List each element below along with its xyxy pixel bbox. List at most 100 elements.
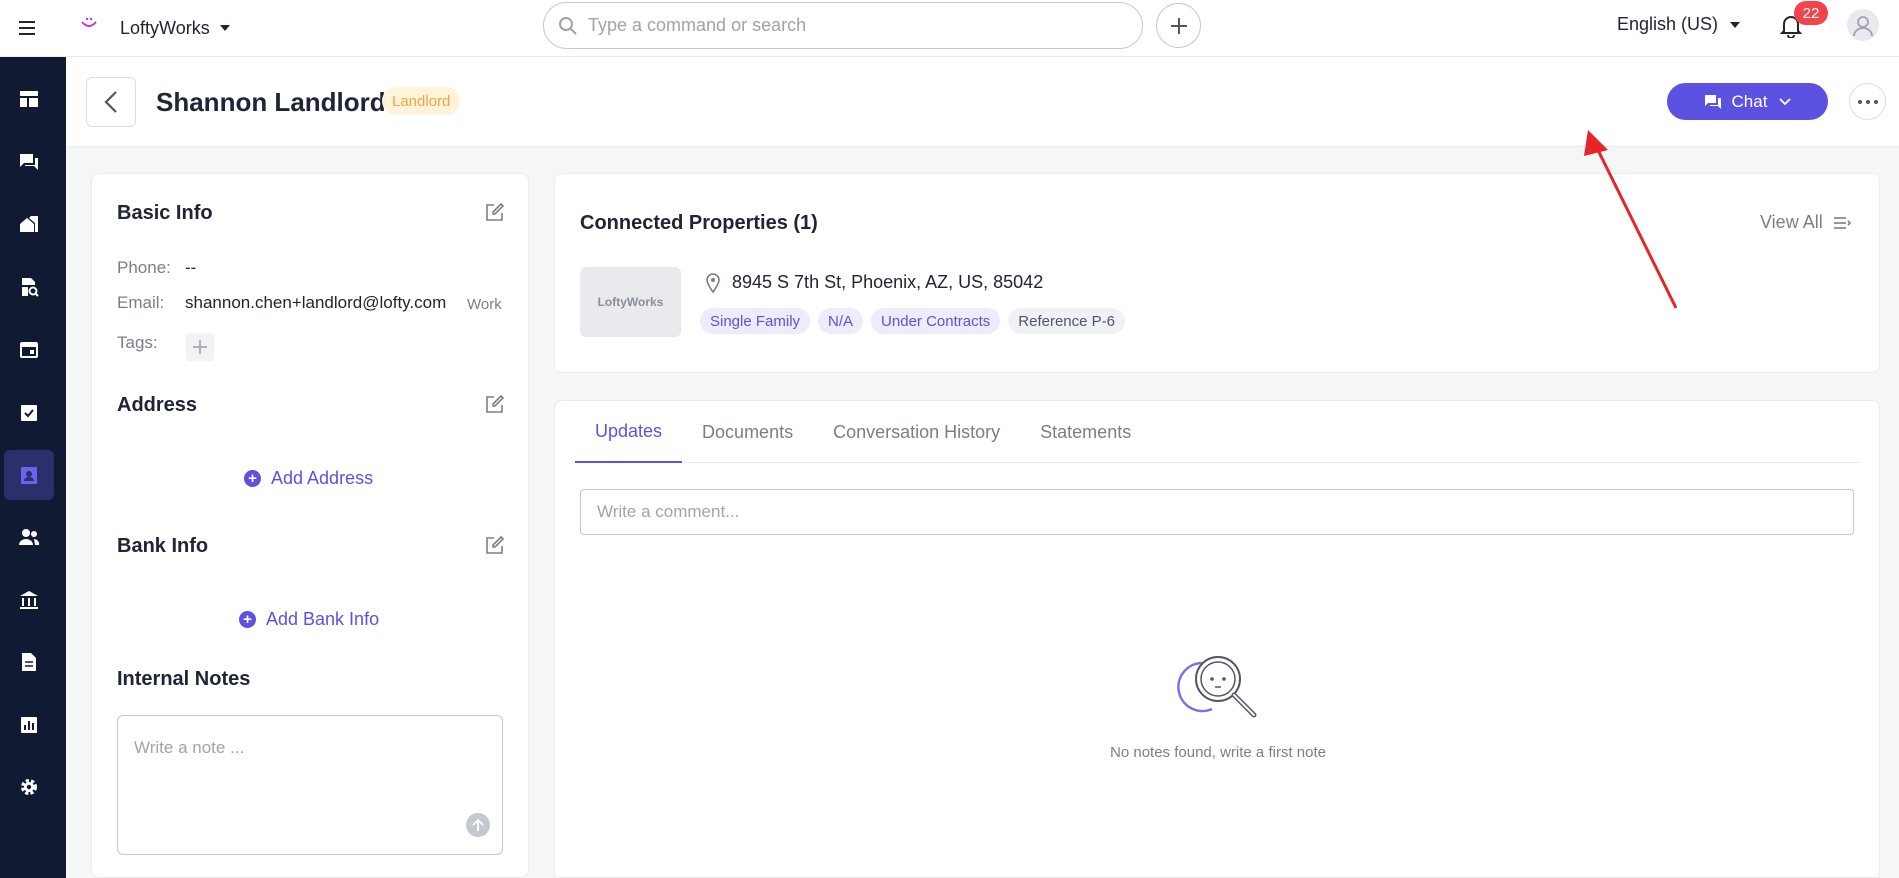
tab-updates[interactable]: Updates <box>575 401 683 463</box>
basic-info-title: Basic Info <box>117 202 213 224</box>
property-address[interactable]: 8945 S 7th St, Phoenix, AZ, US, 85042 <box>706 272 1043 293</box>
sidebar-item-properties[interactable] <box>4 199 54 249</box>
connected-properties-card: Connected Properties (1) View All LoftyW… <box>554 173 1880 373</box>
document-icon <box>22 653 36 671</box>
back-button[interactable] <box>86 77 136 127</box>
tab-documents[interactable]: Documents <box>682 401 813 463</box>
comment-input[interactable] <box>581 490 1853 534</box>
view-all-link[interactable]: View All <box>1760 212 1851 233</box>
lofty-logo-icon <box>81 17 97 27</box>
gear-icon <box>21 779 37 795</box>
property-status-tag: Under Contracts <box>871 308 1001 334</box>
language-label: English (US) <box>1617 14 1719 34</box>
sidebar-item-tasks[interactable] <box>4 387 54 437</box>
property-thumbnail-logo: LoftyWorks <box>597 295 664 309</box>
avatar[interactable] <box>1847 9 1879 41</box>
property-units-tag: N/A <box>818 308 864 334</box>
sidebar <box>0 57 66 878</box>
sidebar-item-messages[interactable] <box>4 137 54 187</box>
send-note-button[interactable] <box>466 813 490 837</box>
property-address-text: 8945 S 7th St, Phoenix, AZ, US, 85042 <box>732 272 1044 292</box>
internal-note-input[interactable] <box>118 716 502 854</box>
more-dot <box>1873 99 1878 104</box>
phone-value: -- <box>185 258 197 277</box>
contact-details-panel: Basic Info Phone: -- Email: shannon.chen… <box>91 173 529 878</box>
address-title: Address <box>117 394 198 416</box>
leasing-icon <box>22 278 39 297</box>
add-bank-info-link[interactable]: + Add Bank Info <box>239 609 379 630</box>
annotation-arrow-icon <box>1584 130 1678 309</box>
page-title: Shannon Landlord <box>156 87 386 117</box>
tab-conversation-history[interactable]: Conversation History <box>813 401 1020 463</box>
bank-icon <box>20 591 38 609</box>
notification-badge: 22 <box>1794 1 1828 25</box>
add-address-link[interactable]: + Add Address <box>244 468 373 489</box>
workspace-switcher[interactable]: LoftyWorks <box>80 18 230 39</box>
tasks-icon <box>21 405 37 421</box>
add-bank-info-label: Add Bank Info <box>266 609 380 629</box>
plus-icon <box>1170 17 1187 34</box>
search-icon <box>559 16 577 35</box>
chevron-down-icon <box>1779 97 1792 105</box>
more-options-button[interactable] <box>1849 83 1886 120</box>
messages-icon <box>20 154 38 170</box>
chevron-down-icon <box>219 25 230 31</box>
email-value[interactable]: shannon.chen+landlord@lofty.com <box>185 293 446 313</box>
contacts-icon <box>21 467 37 484</box>
workspace-name: LoftyWorks <box>120 17 210 38</box>
sidebar-item-dashboard[interactable] <box>4 74 54 124</box>
email-label: Email: <box>117 293 165 312</box>
chat-icon <box>1704 94 1721 109</box>
quick-add-button[interactable] <box>1156 3 1201 48</box>
property-tags: Single Family N/A Under Contracts Refere… <box>700 308 1133 334</box>
sidebar-item-calendar[interactable] <box>4 324 54 374</box>
location-pin-icon <box>706 272 720 293</box>
calendar-icon <box>20 342 38 358</box>
internal-note-field[interactable] <box>117 715 503 855</box>
edit-icon[interactable] <box>485 535 505 555</box>
sidebar-item-leasing[interactable] <box>4 262 54 312</box>
plus-icon <box>193 340 207 354</box>
sidebar-item-people[interactable] <box>4 512 54 562</box>
list-icon <box>1833 216 1851 229</box>
property-type-tag: Single Family <box>700 308 811 334</box>
chat-button[interactable]: Chat <box>1667 83 1828 120</box>
comment-field[interactable] <box>580 489 1854 535</box>
search-input[interactable] <box>588 15 1108 36</box>
sidebar-item-accounting[interactable] <box>4 575 54 625</box>
people-icon <box>19 529 40 545</box>
dashboard-icon <box>20 91 38 107</box>
empty-state-text: No notes found, write a first note <box>1110 744 1326 761</box>
more-dot <box>1857 99 1862 104</box>
chat-button-label: Chat <box>1731 91 1768 111</box>
property-reference-tag: Reference P-6 <box>1008 308 1125 334</box>
sidebar-item-documents[interactable] <box>4 637 54 687</box>
updates-card: Updates Documents Conversation History S… <box>554 400 1880 878</box>
chevron-down-icon <box>1730 21 1741 28</box>
more-dot <box>1865 99 1870 104</box>
edit-icon[interactable] <box>485 202 505 222</box>
edit-icon[interactable] <box>485 394 505 414</box>
tab-bar: Updates Documents Conversation History S… <box>575 401 1861 463</box>
role-badge: Landlord <box>382 87 461 115</box>
email-type: Work <box>467 296 502 313</box>
arrow-up-icon <box>472 818 484 831</box>
add-tag-button[interactable] <box>186 333 214 361</box>
sidebar-item-reports[interactable] <box>4 700 54 750</box>
language-selector[interactable]: English (US) <box>1617 14 1741 35</box>
top-bar: LoftyWorks English (US) 22 <box>0 0 1899 57</box>
connected-properties-title: Connected Properties (1) <box>580 212 818 234</box>
plus-circle-icon: + <box>244 470 261 487</box>
command-search[interactable] <box>543 2 1143 49</box>
empty-search-icon <box>1177 656 1257 718</box>
phone-label: Phone: <box>117 258 171 277</box>
tab-statements[interactable]: Statements <box>1020 401 1151 463</box>
user-icon <box>1853 16 1873 37</box>
bank-info-title: Bank Info <box>117 535 209 557</box>
property-thumbnail[interactable]: LoftyWorks <box>580 267 681 337</box>
internal-notes-title: Internal Notes <box>117 668 251 690</box>
properties-icon <box>20 216 38 232</box>
sidebar-item-contacts[interactable] <box>4 450 54 500</box>
sidebar-item-settings[interactable] <box>4 762 54 812</box>
menu-icon[interactable] <box>0 0 54 57</box>
